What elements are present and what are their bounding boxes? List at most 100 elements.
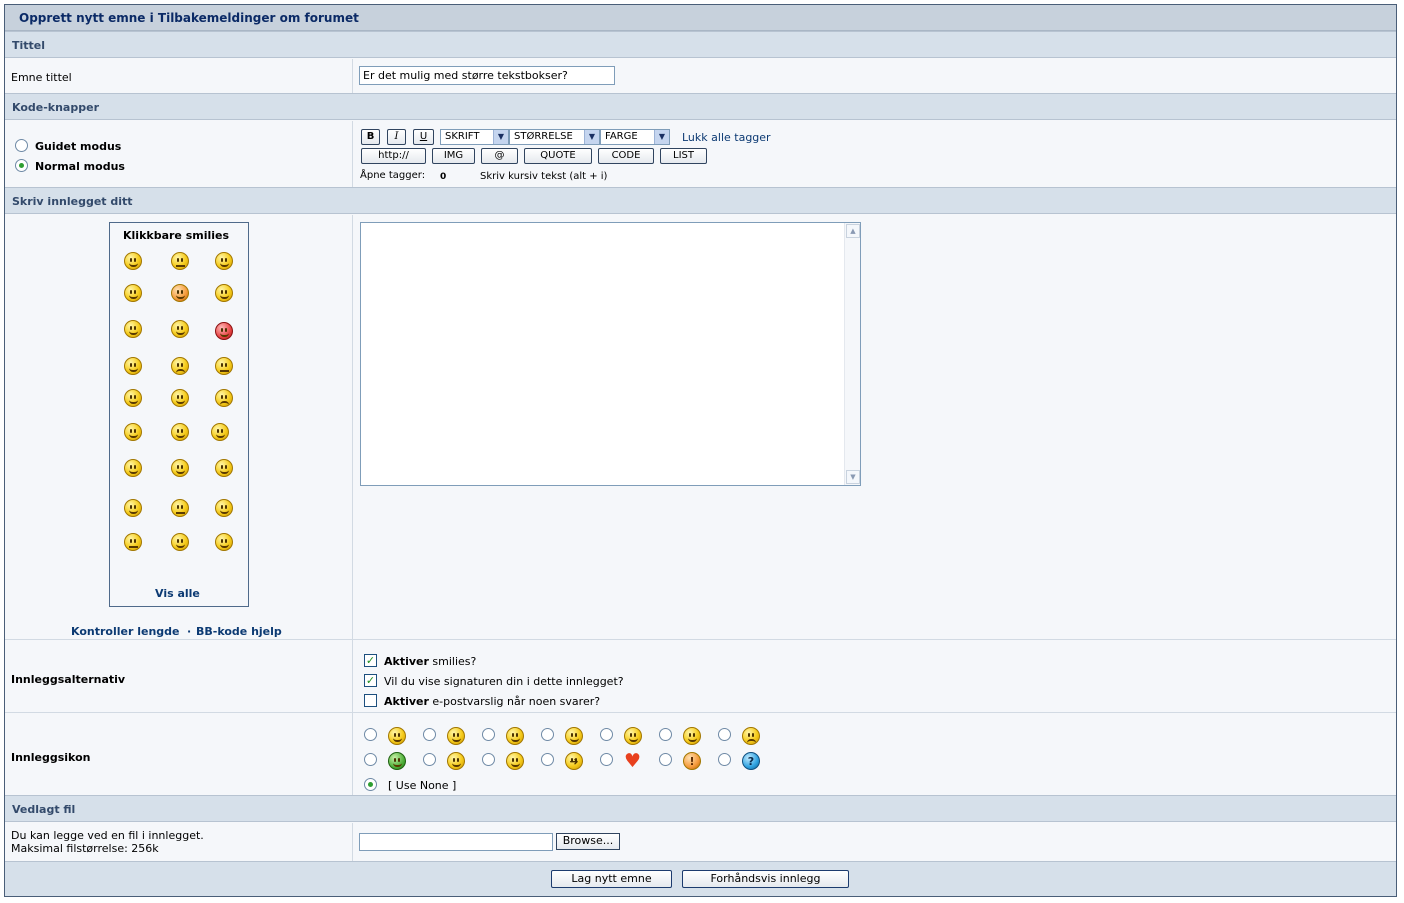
bbcode-help-link[interactable]: BB-kode hjelp [196,625,282,638]
section-title-header: Tittel [5,31,1396,58]
preview-button[interactable]: Forhåndsvis innlegg [682,870,849,888]
submit-button[interactable]: Lag nytt emne [551,870,672,888]
check-length-link[interactable]: Kontroller lengde [71,625,180,638]
smiley-tired-icon[interactable] [124,533,142,551]
subject-input[interactable] [359,66,615,85]
post-icon-radio[interactable] [718,728,731,741]
form-header: Opprett nytt emne i Tilbakemeldinger om … [5,5,1396,31]
browse-button[interactable]: Browse... [556,833,620,850]
scroll-up-icon[interactable]: ▲ [846,224,860,238]
post-icon-radio[interactable] [541,753,554,766]
smiley-dizzy-icon[interactable] [124,389,142,407]
smiley-laugh-icon[interactable] [171,320,189,338]
post-options-cell: ✓ Aktiver smilies? ✓ Vil du vise signatu… [354,640,1396,712]
list-button[interactable]: LIST [660,148,707,164]
post-options-row: Innleggsalternativ ✓ Aktiver smilies? ✓ … [5,640,1396,712]
smiley-thumbs-up-icon[interactable] [211,423,229,441]
smiley-grumpy-icon[interactable] [171,499,189,517]
smiley-sad-icon[interactable] [171,357,189,375]
smiley-rolleyes-icon[interactable] [124,284,142,302]
textarea-scrollbar[interactable]: ▲ ▼ [844,223,860,485]
big-grin-icon [683,727,701,745]
attachment-desc-cell: Du kan legge ved en fil i innlegget. Mak… [5,823,353,861]
chevron-down-icon: ▼ [654,130,669,144]
smiley-cheer-icon[interactable] [171,459,189,477]
email-button[interactable]: @ [481,148,518,164]
smiley-embarrassed-icon[interactable] [171,284,189,302]
subject-input-cell [354,59,1396,93]
color-select-value: FARGE [605,131,638,142]
post-icon-radio[interactable] [364,753,377,766]
smiley-wink-icon[interactable] [215,284,233,302]
quote-button[interactable]: QUOTE [524,148,592,164]
smiley-surprised-icon[interactable] [171,533,189,551]
normal-mode-label: Normal modus [35,160,125,173]
action-bar: Lag nytt emne Forhåndsvis innlegg [5,861,1396,896]
post-icon-radio[interactable] [600,753,613,766]
smiley-smile-icon[interactable] [124,320,142,338]
wink-icon [447,727,465,745]
size-select[interactable]: STØRRELSE ▼ [509,129,600,145]
post-icon-radio[interactable] [659,728,672,741]
post-icon-radio[interactable] [482,753,495,766]
smiley-shocked-icon[interactable] [171,389,189,407]
section-attachment-label: Vedlagt fil [12,803,76,816]
smiley-cool-icon[interactable] [124,357,142,375]
smiley-unsure-icon[interactable] [215,357,233,375]
notify-reply-checkbox[interactable] [364,694,377,707]
bold-button[interactable]: B [361,129,380,145]
post-icons-cell: ➜ ♥ ! ? [ Use None ] [354,713,1396,795]
attachment-row: Du kan legge ved en fil i innlegget. Mak… [5,823,1396,861]
post-options-label: Innleggsalternativ [11,673,126,686]
post-icon-radio[interactable] [600,728,613,741]
close-all-tags-link[interactable]: Lukk alle tagger [682,131,771,144]
show-signature-checkbox[interactable]: ✓ [364,674,377,687]
underline-button[interactable]: U [413,129,434,145]
italic-button[interactable]: I [387,129,406,145]
font-select[interactable]: SKRIFT ▼ [440,129,509,145]
smiley-lol-icon[interactable] [215,459,233,477]
img-button[interactable]: IMG [432,148,475,164]
smiley-angel-icon[interactable] [124,423,142,441]
smilies-cell: Klikkbare smilies Vis alle Kontroller le… [5,215,353,639]
enable-smilies-checkbox[interactable]: ✓ [364,654,377,667]
post-icon-radio[interactable] [482,728,495,741]
smiley-grin-icon[interactable] [124,252,142,270]
scroll-down-icon[interactable]: ▼ [846,470,860,484]
smiley-confused-icon[interactable] [171,423,189,441]
use-none-radio[interactable] [364,778,377,791]
smiley-happy-icon[interactable] [215,533,233,551]
post-icon-radio[interactable] [423,728,436,741]
smiley-love-icon[interactable] [215,322,233,340]
post-icon-radio[interactable] [541,728,554,741]
surprised-icon [624,727,642,745]
post-icons-label-cell: Innleggsikon [5,713,353,795]
mode-cell: Guidet modus Normal modus [5,121,353,187]
normal-mode-radio[interactable] [15,159,28,172]
use-none-label: [ Use None ] [388,779,457,792]
tongue-icon [447,752,465,770]
post-icon-radio[interactable] [423,753,436,766]
smiley-thumbs-down-icon[interactable] [124,459,142,477]
enable-smilies-rest: smilies? [428,655,477,668]
smiley-raspberry-icon[interactable] [124,499,142,517]
post-icon-radio[interactable] [659,753,672,766]
post-icon-radio[interactable] [364,728,377,741]
message-textarea[interactable] [360,222,861,486]
post-options-label-cell: Innleggsalternativ [5,640,353,712]
guided-mode-radio[interactable] [15,139,28,152]
new-topic-form: Opprett nytt emne i Tilbakemeldinger om … [4,4,1397,897]
post-icon-radio[interactable] [718,753,731,766]
color-select[interactable]: FARGE ▼ [600,129,670,145]
section-code-buttons-header: Kode-knapper [5,93,1396,120]
smiley-angry-icon[interactable] [215,389,233,407]
code-button[interactable]: CODE [598,148,654,164]
angry-icon [742,727,760,745]
smiley-thinking-icon[interactable] [215,499,233,517]
url-button[interactable]: http:// [361,148,426,164]
arrow-right-icon: ➜ [565,752,583,770]
smiley-tongue-icon[interactable] [215,252,233,270]
smiley-neutral-icon[interactable] [171,252,189,270]
file-path-input[interactable] [359,833,553,851]
show-all-smilies-link[interactable]: Vis alle [155,587,200,600]
